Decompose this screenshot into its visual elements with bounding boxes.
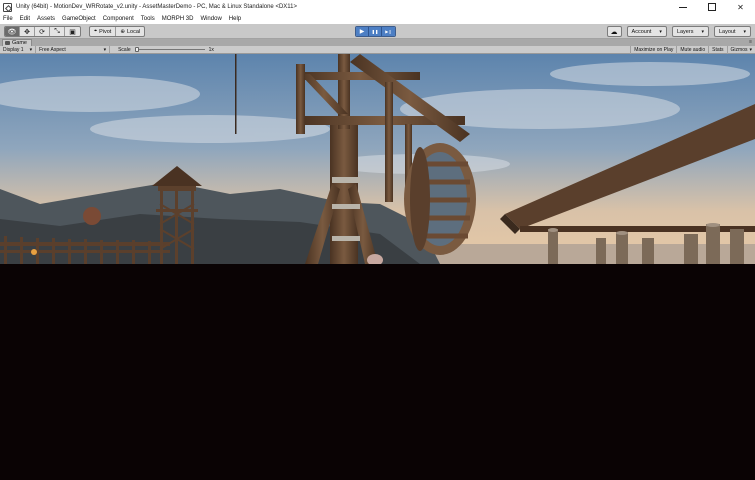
game-tab-bar: Game ≡	[0, 39, 755, 46]
local-icon: ⊕	[120, 28, 125, 35]
pivot-label: Pivot	[99, 28, 112, 35]
menu-component[interactable]: Component	[103, 16, 134, 22]
local-label: Local	[126, 28, 141, 35]
game-controller-icon	[5, 41, 10, 45]
tab-menu-icon[interactable]: ≡	[749, 39, 752, 45]
pause-icon: ❚❚	[371, 29, 379, 34]
toolbar-right: ☁ Account ▾ Layers ▾ Layout ▾	[606, 26, 751, 37]
hanging-rope	[235, 54, 237, 134]
local-button[interactable]: ⊕ Local	[116, 27, 144, 36]
menu-assets[interactable]: Assets	[37, 16, 55, 22]
aspect-label: Free Aspect	[39, 46, 66, 53]
stats-toggle[interactable]: Stats	[708, 46, 726, 54]
chevron-down-icon: ▾	[103, 46, 107, 53]
layers-dropdown[interactable]: Layers ▾	[671, 26, 709, 37]
step-button[interactable]: ▶❙	[382, 27, 395, 36]
pause-button[interactable]: ❚❚	[369, 27, 382, 36]
play-icon: ▶	[359, 29, 365, 35]
scale-label: Scale	[118, 46, 131, 53]
scale-slider[interactable]	[134, 47, 205, 52]
scale-value: 1x	[208, 46, 214, 53]
minimize-button[interactable]	[668, 0, 697, 14]
rect-tool-button[interactable]: ▣	[65, 27, 80, 36]
rect-icon: ▣	[69, 28, 76, 36]
menu-gameobject[interactable]: GameObject	[62, 16, 96, 22]
pivot-icon: ⌖	[94, 28, 98, 34]
game-scene-render	[0, 54, 755, 264]
tab-game[interactable]: Game	[2, 39, 32, 46]
cloud-button[interactable]: ☁	[606, 26, 622, 37]
scale-slider-thumb[interactable]	[134, 47, 139, 52]
treadwheel	[404, 143, 476, 255]
menu-window[interactable]: Window	[200, 16, 221, 22]
main-toolbar: 👁 ✥ ⟳ ⤡ ▣ ⌖ Pivot ⊕ Local ▶ ❚❚ ▶❙ ☁ Acco…	[0, 24, 755, 39]
viewport-lower-area	[0, 264, 755, 480]
pivot-button[interactable]: ⌖ Pivot	[90, 27, 117, 36]
scale-icon: ⤡	[54, 27, 60, 35]
gizmos-label: Gizmos	[730, 47, 748, 53]
menu-tools[interactable]: Tools	[141, 16, 155, 22]
menu-file[interactable]: File	[3, 16, 13, 22]
gizmos-dropdown[interactable]: Gizmos ▾	[726, 46, 755, 54]
maximize-button[interactable]	[697, 0, 726, 14]
layers-label: Layers	[676, 28, 694, 35]
rotate-tool-button[interactable]: ⟳	[35, 27, 50, 36]
window-controls: ✕	[668, 0, 755, 14]
move-tool-button[interactable]: ✥	[20, 27, 35, 36]
menu-help[interactable]: Help	[229, 16, 241, 22]
layout-label: Layout	[718, 28, 736, 35]
display-dropdown[interactable]: Display 1 ▾	[0, 46, 37, 53]
chevron-down-icon: ▾	[743, 28, 746, 35]
title-bar: Unity (64bit) - MotionDev_WRRotate_v2.un…	[0, 0, 755, 14]
chevron-down-icon: ▾	[29, 46, 33, 53]
close-button[interactable]: ✕	[726, 0, 755, 14]
account-dropdown[interactable]: Account ▾	[626, 26, 667, 37]
distant-wheel	[83, 207, 101, 225]
unity-logo-icon	[3, 2, 12, 12]
play-button[interactable]: ▶	[356, 27, 369, 36]
menu-bar: File Edit Assets GameObject Component To…	[0, 14, 755, 24]
chevron-down-icon: ▾	[701, 28, 704, 35]
torch-glow	[31, 249, 37, 255]
game-view-toggles: Maximize on Play Mute audio Stats Gizmos…	[630, 46, 755, 54]
rotate-icon: ⟳	[39, 28, 45, 36]
chevron-down-icon: ▾	[659, 28, 662, 35]
display-label: Display 1	[3, 46, 24, 53]
mute-audio-toggle[interactable]: Mute audio	[676, 46, 708, 54]
eye-icon: 👁	[7, 28, 17, 36]
move-arrows-icon: ✥	[24, 28, 30, 36]
pivot-toggles: ⌖ Pivot ⊕ Local	[89, 26, 146, 37]
menu-edit[interactable]: Edit	[20, 16, 30, 22]
menu-morph3d[interactable]: MORPH 3D	[162, 16, 194, 22]
chevron-down-icon: ▾	[749, 47, 752, 53]
scale-control: Scale 1x	[118, 47, 214, 53]
account-label: Account	[631, 28, 652, 35]
hand-tool-button[interactable]: 👁	[5, 27, 20, 36]
scale-tool-button[interactable]: ⤡	[50, 27, 65, 36]
transform-tools: 👁 ✥ ⟳ ⤡ ▣	[4, 26, 81, 37]
window-title: Unity (64bit) - MotionDev_WRRotate_v2.un…	[16, 4, 298, 10]
game-view-toolbar: Display 1 ▾ Free Aspect ▾ Scale 1x Maxim…	[0, 46, 755, 54]
layout-dropdown[interactable]: Layout ▾	[713, 26, 751, 37]
step-icon: ▶❙	[385, 29, 392, 34]
cloud-icon: ☁	[610, 28, 618, 36]
aspect-dropdown[interactable]: Free Aspect ▾	[36, 46, 111, 53]
game-viewport[interactable]	[0, 54, 755, 264]
playback-controls: ▶ ❚❚ ▶❙	[355, 26, 396, 37]
maximize-on-play-toggle[interactable]: Maximize on Play	[630, 46, 676, 54]
